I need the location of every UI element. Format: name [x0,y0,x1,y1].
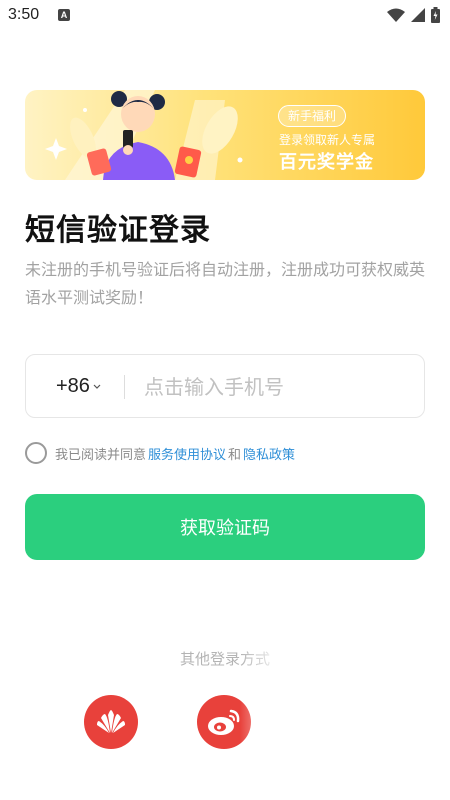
phone-number-input[interactable] [144,367,414,407]
agreement-prefix: 我已阅读并同意 [55,447,147,463]
bottom-fade-overlay [240,640,450,800]
agreement-conjunction: 和 [228,447,242,463]
terms-link[interactable]: 服务使用协议 [148,444,226,463]
privacy-link[interactable]: 隐私政策 [243,444,295,463]
signal-icon [411,8,425,22]
wifi-icon [387,8,405,22]
weibo-icon [208,709,240,735]
country-code-selector[interactable]: +86 [56,375,101,398]
notification-app-icon: A [58,9,70,21]
chevron-down-icon [93,384,101,389]
banner-headline: 百元奖学金 [279,152,374,173]
status-bar: 3:50 A [0,0,450,32]
banner-tag: 新手福利 [278,105,346,127]
input-divider [124,375,125,399]
agreement-row: 我已阅读并同意 服务使用协议 和 隐私政策 [25,441,297,465]
page-subtitle: 未注册的手机号验证后将自动注册，注册成功可获权威英语水平测试奖励！ [25,260,426,307]
battery-icon [431,7,440,23]
huawei-icon [97,710,125,733]
phone-field-container: +86 [25,354,425,418]
get-code-button[interactable]: 获取验证码 [25,494,425,560]
banner-subtitle: 登录领取新人专属 [279,133,376,147]
country-code-label: +86 [56,375,90,397]
page-title: 短信验证登录 [25,213,211,248]
agreement-checkbox[interactable] [25,442,47,464]
huawei-login-button[interactable] [84,695,138,749]
banner-illustration [45,90,243,180]
status-time: 3:50 [8,6,40,23]
status-icons [387,7,440,23]
